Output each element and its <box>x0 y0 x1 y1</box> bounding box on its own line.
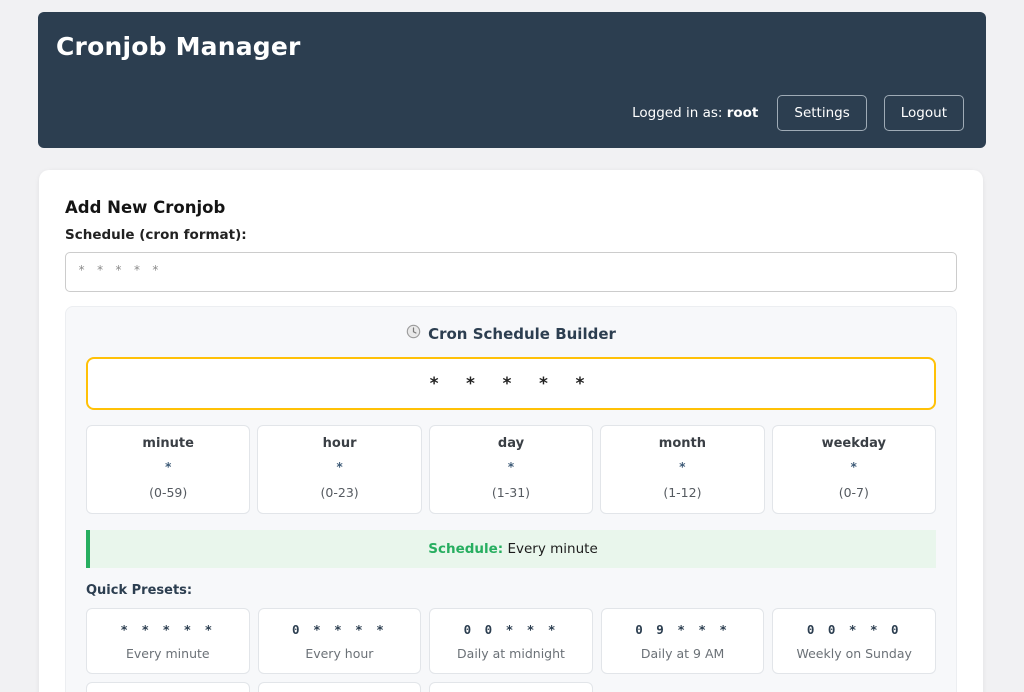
cron-fields-grid: minute * (0-59) hour * (0-23) day * (1-3… <box>86 425 936 514</box>
field-label: month <box>607 436 757 451</box>
preset-label: Daily at midnight <box>436 646 586 661</box>
preset-label: Daily at 9 AM <box>608 646 758 661</box>
logged-in-prefix: Logged in as: <box>632 105 727 121</box>
preset-expr: 0 0 * * * <box>436 622 586 637</box>
field-range: (0-59) <box>93 485 243 500</box>
schedule-summary-banner: Schedule: Every minute <box>86 530 936 568</box>
field-day[interactable]: day * (1-31) <box>429 425 593 514</box>
preset-label: Every hour <box>265 646 415 661</box>
field-label: day <box>436 436 586 451</box>
preset-every-15-minutes[interactable]: */15 * * * * <box>429 682 593 692</box>
preset-every-hour[interactable]: 0 * * * * Every hour <box>258 608 422 674</box>
field-label: minute <box>93 436 243 451</box>
field-range: (0-23) <box>264 485 414 500</box>
field-range: (0-7) <box>779 485 929 500</box>
preset-daily-9am[interactable]: 0 9 * * * Daily at 9 AM <box>601 608 765 674</box>
field-hour[interactable]: hour * (0-23) <box>257 425 421 514</box>
field-label: hour <box>264 436 414 451</box>
field-month[interactable]: month * (1-12) <box>600 425 764 514</box>
schedule-input[interactable] <box>65 252 957 292</box>
field-value: * <box>607 460 757 474</box>
preset-monthly-1st[interactable]: 0 0 1 * * <box>86 682 250 692</box>
preset-expr: 0 0 * * 0 <box>779 622 929 637</box>
preset-expr: 0 9 * * * <box>608 622 758 637</box>
preset-weekly-sunday[interactable]: 0 0 * * 0 Weekly on Sunday <box>772 608 936 674</box>
schedule-format-label: Schedule (cron format): <box>65 227 957 243</box>
logged-in-username: root <box>727 105 759 121</box>
preset-expr: * * * * * <box>93 622 243 637</box>
field-minute[interactable]: minute * (0-59) <box>86 425 250 514</box>
builder-title-text: Cron Schedule Builder <box>428 325 616 343</box>
clock-icon <box>406 324 421 343</box>
app-header: Cronjob Manager Logged in as: root Setti… <box>38 12 986 148</box>
preset-every-minute[interactable]: * * * * * Every minute <box>86 608 250 674</box>
app-title: Cronjob Manager <box>56 32 964 61</box>
add-cronjob-card: Add New Cronjob Schedule (cron format): … <box>39 170 983 692</box>
field-range: (1-12) <box>607 485 757 500</box>
field-value: * <box>436 460 586 474</box>
logged-in-status: Logged in as: root <box>632 105 758 121</box>
presets-grid: * * * * * Every minute 0 * * * * Every h… <box>86 608 936 692</box>
field-range: (1-31) <box>436 485 586 500</box>
schedule-summary-prefix: Schedule: <box>428 541 503 557</box>
quick-presets-heading: Quick Presets: <box>86 583 936 598</box>
preset-expr: 0 * * * * <box>265 622 415 637</box>
field-label: weekday <box>779 436 929 451</box>
header-actions: Logged in as: root Settings Logout <box>56 95 964 131</box>
logout-button[interactable]: Logout <box>884 95 964 131</box>
preset-label: Weekly on Sunday <box>779 646 929 661</box>
field-value: * <box>93 460 243 474</box>
preset-daily-midnight[interactable]: 0 0 * * * Daily at midnight <box>429 608 593 674</box>
field-weekday[interactable]: weekday * (0-7) <box>772 425 936 514</box>
preset-every-5-minutes[interactable]: */5 * * * * <box>258 682 422 692</box>
cron-expression-display[interactable]: * * * * * <box>86 357 936 410</box>
settings-button[interactable]: Settings <box>777 95 866 131</box>
page-title: Add New Cronjob <box>65 198 957 217</box>
field-value: * <box>264 460 414 474</box>
schedule-summary-text: Every minute <box>503 541 598 557</box>
cron-schedule-builder: Cron Schedule Builder * * * * * minute *… <box>65 306 957 692</box>
builder-title: Cron Schedule Builder <box>86 324 936 343</box>
preset-label: Every minute <box>93 646 243 661</box>
field-value: * <box>779 460 929 474</box>
